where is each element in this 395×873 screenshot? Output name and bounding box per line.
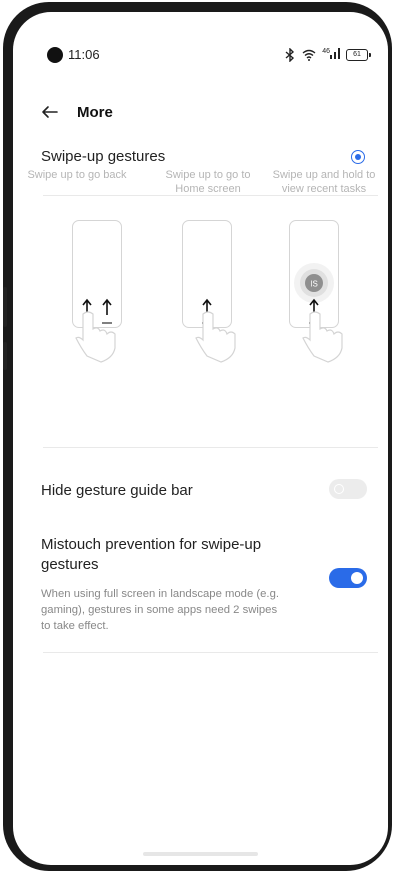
power-button [3,342,7,370]
status-time: 11:06 [68,47,100,62]
mistouch-prevention-label: Mistouch prevention for swipe-up gesture… [41,535,261,575]
divider [43,652,378,653]
hide-gesture-bar-toggle[interactable] [329,479,367,499]
swipe-up-gestures-label: Swipe-up gestures [41,148,166,165]
hide-gesture-bar-label: Hide gesture guide bar [41,482,193,499]
gesture-caption: Swipe up and hold to view recent tasks [261,168,387,196]
phone-device: 11:06 46 61 More Swipe-up gestures Swipe… [3,2,392,871]
volume-button [3,287,7,327]
screen: 11:06 46 61 More Swipe-up gestures Swipe… [13,12,388,865]
hand-icon [195,311,236,363]
status-icons: 46 61 [284,46,371,64]
back-arrow-icon[interactable] [41,103,59,121]
caption-line: Home screen [175,183,241,195]
divider [43,447,378,448]
swipe-up-gestures-radio[interactable] [351,150,365,164]
bluetooth-icon [285,48,295,62]
hold-badge: IS [310,280,318,289]
description-line: When using full screen in landscape mode… [41,588,279,600]
description-line: gaming), gestures in some apps need 2 sw… [41,604,278,616]
status-bar: 11:06 46 61 [13,12,388,63]
wifi-icon [302,49,316,61]
gesture-caption: Swipe up to go to Home screen [145,168,271,196]
caption-line: Swipe up and hold to [272,169,376,181]
label-line: gestures [41,556,99,573]
mistouch-description: When using full screen in landscape mode… [41,586,321,634]
gesture-caption: Swipe up to go back [14,168,140,182]
hand-icon [75,311,116,363]
mistouch-prevention-toggle[interactable] [329,568,367,588]
page-title: More [77,103,113,121]
caption-line: Swipe up to go back [27,169,127,181]
label-line: Mistouch prevention for swipe-up [41,536,262,553]
hand-icon [302,311,343,363]
camera-cutout [47,47,63,63]
home-indicator[interactable] [143,852,258,856]
toggle-knob [351,572,363,584]
caption-line: view recent tasks [281,183,367,195]
description-line: to take effect. [41,620,109,632]
battery-icon: 61 [346,49,371,61]
signal-bars-icon [330,48,340,59]
caption-line: Swipe up to go to [165,169,251,181]
signal-icon: 46 [322,48,340,62]
page-header: More [41,100,113,124]
toggle-knob [334,484,344,494]
signal-label: 46 [322,48,330,55]
